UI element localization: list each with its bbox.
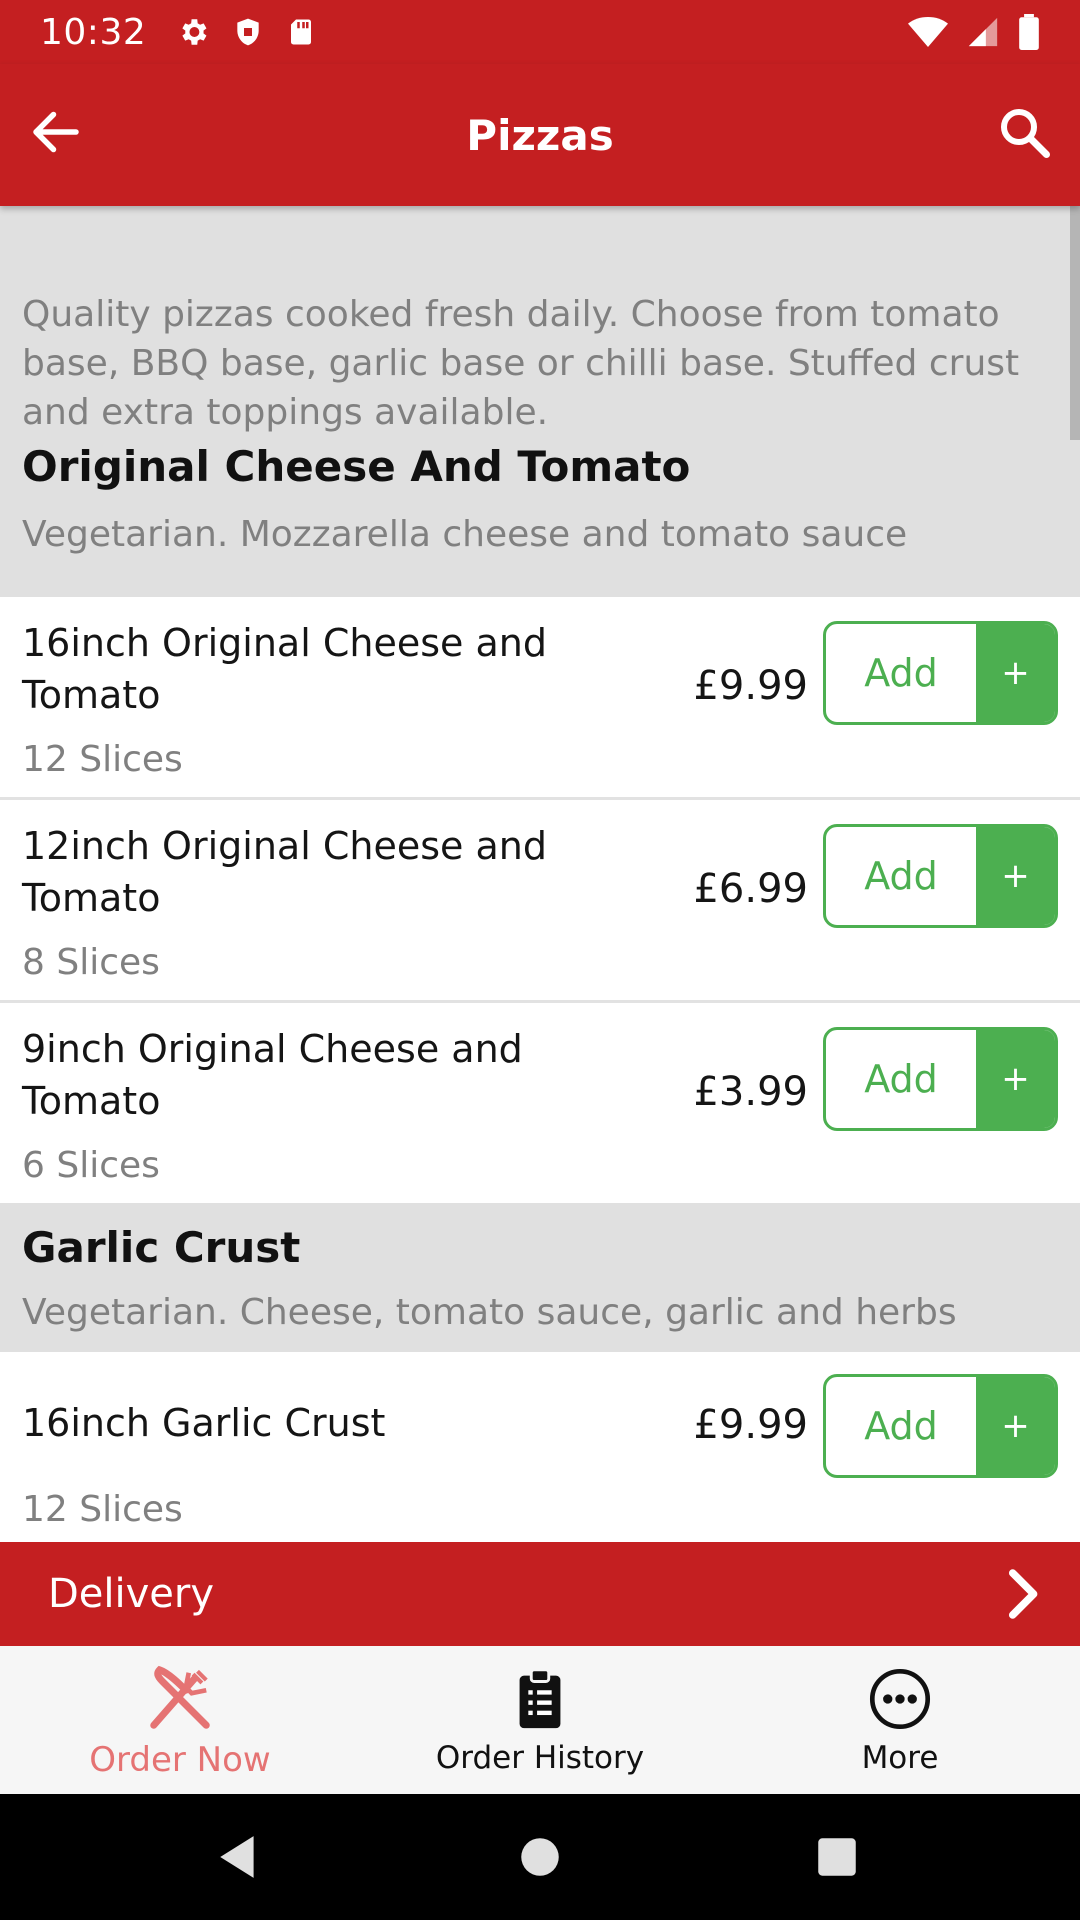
shield-icon — [237, 18, 259, 46]
plus-icon[interactable]: + — [976, 1377, 1055, 1475]
section-header: Garlic Crust Vegetarian. Cheese, tomato … — [0, 1203, 1080, 1352]
scrollbar[interactable] — [1070, 206, 1080, 440]
section-header: Original Cheese And Tomato Vegetarian. M… — [0, 436, 1080, 597]
sd-card-icon — [291, 19, 312, 45]
add-button-label[interactable]: Add — [826, 1377, 976, 1475]
section-title: Garlic Crust — [22, 1223, 301, 1272]
nav-more[interactable]: More — [720, 1646, 1080, 1794]
plus-icon[interactable]: + — [976, 1030, 1055, 1128]
item-slices: 6 Slices — [22, 1145, 160, 1186]
add-button-label[interactable]: Add — [826, 624, 976, 722]
delivery-label: Delivery — [48, 1571, 215, 1617]
add-to-order-button[interactable]: Add + — [823, 1027, 1058, 1131]
item-price: £3.99 — [693, 1069, 808, 1115]
arrow-left-icon[interactable] — [26, 102, 86, 162]
chevron-right-icon — [1008, 1569, 1038, 1619]
item-slices: 12 Slices — [22, 1489, 183, 1530]
item-price: £9.99 — [693, 1402, 808, 1448]
nav-label: Order History — [435, 1740, 645, 1776]
add-to-order-button[interactable]: Add + — [823, 621, 1058, 725]
add-button-label[interactable]: Add — [826, 1030, 976, 1128]
item-name: 12inch Original Cheese and Tomato — [22, 824, 547, 920]
system-nav-bar — [0, 1794, 1080, 1920]
status-bar: 10:32 — [0, 0, 1080, 64]
back-triangle-icon[interactable] — [214, 1832, 264, 1882]
section-description: Vegetarian. Cheese, tomato sauce, garlic… — [22, 1292, 957, 1333]
menu-item[interactable]: 16inch Garlic Crust 12 Slices £9.99 Add … — [0, 1352, 1080, 1542]
item-name: 16inch Original Cheese and Tomato — [22, 621, 547, 717]
menu-list[interactable]: Quality pizzas cooked fresh daily. Choos… — [0, 206, 1080, 1542]
section-description: Vegetarian. Mozzarella cheese and tomato… — [22, 514, 908, 555]
clipboard-icon — [519, 1668, 561, 1729]
item-name: 16inch Garlic Crust — [22, 1401, 386, 1445]
plus-icon[interactable]: + — [976, 624, 1055, 722]
battery-icon — [1019, 14, 1039, 50]
status-icons-right — [908, 14, 1040, 50]
menu-item[interactable]: 9inch Original Cheese and Tomato 6 Slice… — [0, 1003, 1080, 1203]
plus-icon[interactable]: + — [976, 827, 1055, 925]
nav-order-now[interactable]: Order Now — [0, 1646, 360, 1794]
delivery-bar[interactable]: Delivery — [0, 1542, 1080, 1646]
page-title: Pizzas — [466, 110, 614, 160]
menu-item[interactable]: 16inch Original Cheese and Tomato 12 Sli… — [0, 597, 1080, 800]
item-price: £6.99 — [693, 866, 808, 912]
nav-order-history[interactable]: Order History — [360, 1646, 720, 1794]
app-bar: Pizzas — [0, 64, 1080, 206]
item-slices: 12 Slices — [22, 739, 183, 780]
category-intro: Quality pizzas cooked fresh daily. Choos… — [0, 206, 1080, 436]
home-circle-icon[interactable] — [515, 1832, 565, 1882]
item-price: £9.99 — [693, 663, 808, 709]
nav-label: Order Now — [89, 1740, 271, 1780]
fork-knife-icon — [150, 1665, 210, 1729]
search-icon[interactable] — [994, 102, 1054, 162]
status-time: 10:32 — [40, 11, 147, 53]
add-button-label[interactable]: Add — [826, 827, 976, 925]
wifi-icon — [908, 17, 948, 47]
more-dots-icon — [869, 1668, 931, 1730]
status-icons-left — [176, 15, 316, 49]
gear-icon — [182, 19, 207, 45]
add-to-order-button[interactable]: Add + — [823, 1374, 1058, 1478]
menu-item[interactable]: 12inch Original Cheese and Tomato 8 Slic… — [0, 800, 1080, 1003]
item-name: 9inch Original Cheese and Tomato — [22, 1027, 523, 1123]
signal-icon — [968, 17, 998, 47]
item-slices: 8 Slices — [22, 942, 160, 983]
section-title: Original Cheese And Tomato — [22, 442, 691, 491]
nav-label: More — [861, 1740, 939, 1776]
add-to-order-button[interactable]: Add + — [823, 824, 1058, 928]
recents-square-icon[interactable] — [812, 1832, 862, 1882]
bottom-nav: Order Now Order History More — [0, 1646, 1080, 1794]
